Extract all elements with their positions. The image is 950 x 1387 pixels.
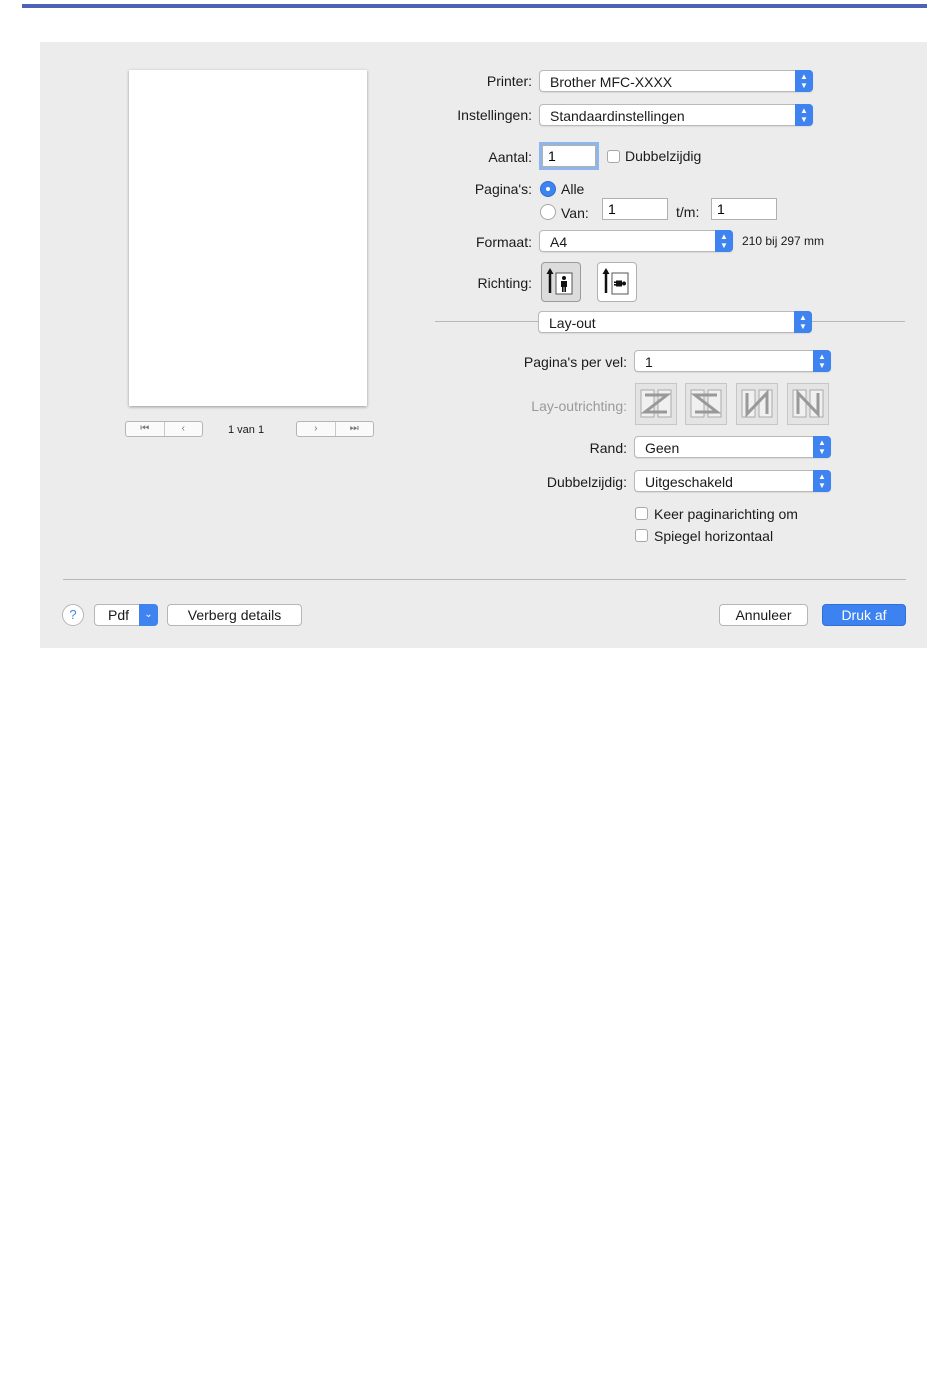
preview-nav-back: ⏮ ‹: [125, 421, 203, 437]
pages-per-sheet-value: 1: [645, 354, 653, 370]
layout-direction-label: Lay-outrichting:: [531, 398, 627, 414]
landscape-orientation-button[interactable]: [597, 262, 637, 302]
flip-horizontal-label: Spiegel horizontaal: [654, 528, 774, 544]
two-sided-popup[interactable]: Uitgeschakeld ▲ ▼: [634, 470, 831, 492]
pdf-label: Pdf: [108, 607, 130, 623]
popup-arrows-icon: ▲ ▼: [715, 230, 733, 252]
pdf-menu-button[interactable]: Pdf ⌄: [94, 604, 158, 626]
pages-label: Pagina's:: [474, 181, 532, 197]
pages-from-label: Van:: [561, 205, 589, 221]
presets-value: Standaardinstellingen: [550, 108, 685, 124]
section-separator-right: [811, 321, 905, 322]
previous-page-button[interactable]: ‹: [163, 422, 203, 436]
layout-s-icon: [690, 389, 722, 418]
popup-arrows-icon: ▲ ▼: [813, 350, 831, 372]
copies-label: Aantal:: [488, 149, 532, 165]
layout-direction-z-button[interactable]: [635, 383, 677, 425]
chevron-down-icon: ⌄: [139, 604, 158, 626]
section-popup[interactable]: Lay-out ▲ ▼: [538, 311, 812, 333]
border-popup[interactable]: Geen ▲ ▼: [634, 436, 831, 458]
page-preview: [129, 70, 367, 406]
orientation-label: Richting:: [477, 275, 532, 291]
section-separator-left: [435, 321, 539, 322]
layout-n-icon: [792, 389, 824, 418]
popup-arrows-icon: ▲ ▼: [794, 311, 812, 333]
pages-per-sheet-label: Pagina's per vel:: [523, 354, 627, 370]
copies-field[interactable]: [542, 145, 596, 167]
first-page-button[interactable]: ⏮: [126, 422, 164, 436]
section-value: Lay-out: [549, 315, 596, 331]
reverse-orientation-label: Keer paginarichting om: [654, 506, 798, 522]
pages-to-input[interactable]: [712, 199, 776, 219]
layout-direction-n-reverse-button[interactable]: [736, 383, 778, 425]
printer-label: Printer:: [486, 73, 532, 89]
layout-n-reverse-icon: [741, 389, 773, 418]
paper-dimensions: 210 bij 297 mm: [742, 234, 825, 248]
popup-arrows-icon: ▲ ▼: [813, 436, 831, 458]
pages-all-label: Alle: [561, 181, 585, 197]
layout-direction-s-button[interactable]: [685, 383, 727, 425]
preview-nav-forward: › ⏭: [296, 421, 374, 437]
footer-separator: [63, 579, 906, 580]
border-value: Geen: [645, 440, 680, 456]
presets-label: Instellingen:: [457, 107, 532, 123]
last-page-button[interactable]: ⏭: [334, 422, 374, 436]
pages-from-field[interactable]: [602, 198, 668, 220]
paper-size-label: Formaat:: [475, 234, 532, 250]
popup-arrows-icon: ▲ ▼: [795, 70, 813, 92]
paper-size-value: A4: [550, 234, 568, 250]
pages-to-field[interactable]: [711, 198, 777, 220]
paper-size-popup[interactable]: A4 ▲ ▼: [539, 230, 733, 252]
landscape-orientation-icon: [602, 268, 629, 295]
print-dialog: ⏮ ‹ 1 van 1 › ⏭ Printer: Brother MFC-XXX…: [40, 42, 927, 648]
pages-range-radio[interactable]: [540, 204, 556, 220]
border-label: Rand:: [589, 440, 627, 456]
presets-popup[interactable]: Standaardinstellingen ▲ ▼: [539, 104, 813, 126]
pages-from-input[interactable]: [603, 199, 667, 219]
pages-all-radio[interactable]: [540, 181, 556, 197]
page-counter: 1 van 1: [228, 424, 265, 436]
layout-z-icon: [640, 389, 672, 418]
portrait-orientation-icon: [546, 268, 573, 295]
popup-arrows-icon: ▲ ▼: [813, 470, 831, 492]
popup-arrows-icon: ▲ ▼: [795, 104, 813, 126]
printer-popup[interactable]: Brother MFC-XXXX ▲ ▼: [539, 70, 813, 92]
hide-details-button[interactable]: Verberg details: [167, 604, 302, 626]
two-sided-value: Uitgeschakeld: [645, 474, 733, 490]
cancel-button[interactable]: Annuleer: [719, 604, 808, 626]
top-rule: [22, 4, 927, 8]
pages-to-label: t/m:: [676, 204, 700, 220]
portrait-orientation-button[interactable]: [541, 262, 581, 302]
reverse-orientation-checkbox[interactable]: [635, 507, 648, 520]
flip-horizontal-checkbox[interactable]: [635, 529, 648, 542]
help-button[interactable]: ?: [62, 604, 84, 626]
copies-input[interactable]: [543, 146, 595, 166]
next-page-button[interactable]: ›: [297, 422, 335, 436]
two-sided-label: Dubbelzijdig:: [546, 474, 627, 490]
pages-per-sheet-popup[interactable]: 1 ▲ ▼: [634, 350, 831, 372]
duplex-checkbox[interactable]: [607, 150, 620, 163]
duplex-label: Dubbelzijdig: [625, 148, 702, 164]
print-button[interactable]: Druk af: [822, 604, 906, 626]
layout-direction-n-button[interactable]: [787, 383, 829, 425]
printer-value: Brother MFC-XXXX: [550, 74, 673, 90]
